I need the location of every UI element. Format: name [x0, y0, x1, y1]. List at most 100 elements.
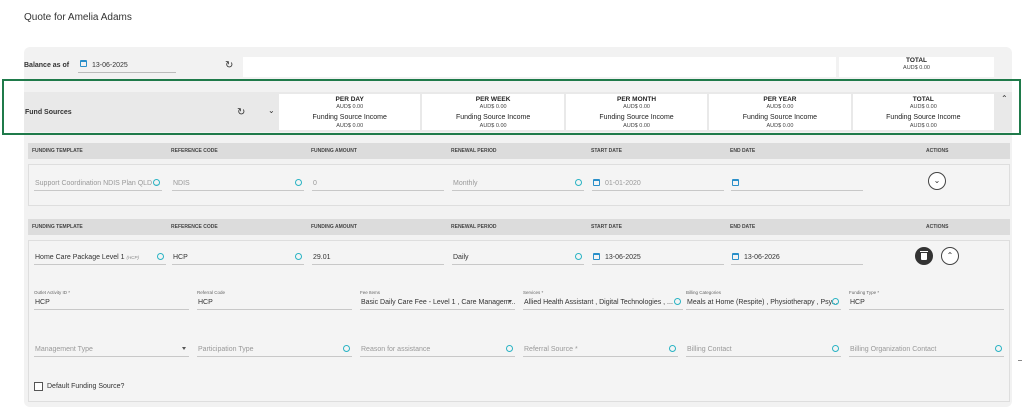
funding-template-value: Home Care Package Level 1 (HCP): [35, 254, 139, 261]
services-field[interactable]: Allied Health Assistant , Digital Techno…: [523, 296, 683, 310]
billing-categories-label: Billing Categories: [686, 290, 722, 295]
start-date-field[interactable]: 13-06-2025: [592, 251, 724, 265]
start-date-value: 01-01-2020: [605, 180, 641, 187]
page-title: Quote for Amelia Adams: [24, 12, 132, 23]
period-label: PER YEAR: [763, 96, 797, 103]
end-date-field[interactable]: [731, 177, 863, 191]
funding-template-tag: (HCP): [126, 255, 139, 260]
col-funding-template: FUNDING TEMPLATE: [32, 148, 83, 154]
participation-type-field[interactable]: Participation Type: [197, 343, 352, 357]
calendar-icon[interactable]: [80, 60, 87, 67]
col-start-date: START DATE: [591, 224, 622, 230]
funding-row: Support Coordination NDIS Plan QLD ... N…: [28, 164, 1010, 206]
reference-code-field[interactable]: NDIS: [172, 177, 304, 191]
services-value: Allied Health Assistant , Digital Techno…: [524, 299, 673, 306]
referral-code-label: Referral Code: [197, 290, 226, 295]
collapse-button[interactable]: ⌃: [941, 247, 959, 265]
income-value: AUD$ 0.00: [479, 123, 507, 129]
income-value: AUD$ 0.00: [336, 123, 364, 129]
col-renewal-period: RENEWAL PERIOD: [451, 224, 497, 230]
funding-template-field[interactable]: Home Care Package Level 1 (HCP): [34, 251, 166, 265]
funding-amount-field[interactable]: 29.01: [312, 251, 444, 265]
period-label: PER WEEK: [475, 96, 511, 103]
default-funding-checkbox[interactable]: [34, 382, 43, 391]
divider: [1018, 360, 1022, 361]
fee-items-value: Basic Daily Care Fee - Level 1 , Care Ma…: [361, 299, 516, 306]
dropdown-circle-icon[interactable]: [832, 345, 839, 352]
management-type-placeholder: Management Type: [35, 346, 93, 353]
calendar-icon[interactable]: [732, 179, 739, 186]
period-label: TOTAL: [912, 96, 934, 103]
dropdown-circle-icon[interactable]: [669, 345, 676, 352]
participation-type-placeholder: Participation Type: [198, 346, 254, 353]
end-date-field[interactable]: 13-06-2026: [731, 251, 863, 265]
funding-type-field[interactable]: HCP: [849, 296, 1004, 310]
billing-categories-field[interactable]: Meals at Home (Respite) , Physiotherapy …: [686, 296, 841, 310]
reason-for-assistance-field[interactable]: Reason for assistance: [360, 343, 515, 357]
col-reference-code: REFERENCE CODE: [171, 148, 218, 154]
col-funding-template: FUNDING TEMPLATE: [32, 224, 83, 230]
chevron-down-icon[interactable]: ⌄: [268, 106, 275, 115]
reference-code-field[interactable]: HCP: [172, 251, 304, 265]
dropdown-circle-icon[interactable]: [153, 179, 160, 186]
billing-organization-contact-field[interactable]: Billing Organization Contact: [849, 343, 1004, 357]
outlet-activity-field[interactable]: HCP: [34, 296, 189, 310]
calendar-icon[interactable]: [593, 253, 600, 260]
fund-cell-per-year: PER YEAR AUD$ 0.00 Funding Source Income…: [709, 94, 851, 130]
referral-code-value: HCP: [198, 299, 213, 306]
fee-items-label: Fee Items: [360, 290, 381, 295]
fund-cell-per-day: PER DAY AUD$ 0.00 Funding Source Income …: [279, 94, 421, 130]
funding-template-name: Home Care Package Level 1: [35, 254, 125, 261]
dropdown-circle-icon[interactable]: [674, 298, 681, 305]
renewal-period-value: Monthly: [453, 180, 478, 187]
referral-code-field[interactable]: HCP: [197, 296, 352, 310]
dropdown-circle-icon[interactable]: [157, 253, 164, 260]
management-type-select[interactable]: Management Type: [34, 343, 189, 357]
dropdown-circle-icon[interactable]: [575, 179, 582, 186]
income-label: Funding Source Income: [312, 114, 387, 121]
renewal-period-field[interactable]: Daily: [452, 251, 584, 265]
billing-contact-field[interactable]: Billing Contact: [686, 343, 841, 357]
refresh-icon[interactable]: ↻: [225, 61, 233, 71]
dropdown-circle-icon[interactable]: [295, 253, 302, 260]
dropdown-arrow-icon[interactable]: [182, 347, 186, 350]
start-date-field[interactable]: 01-01-2020: [592, 177, 724, 191]
calendar-icon[interactable]: [593, 179, 600, 186]
balance-date-field[interactable]: 13-06-2025: [78, 59, 176, 73]
outlet-activity-value: HCP: [35, 299, 50, 306]
funding-amount-field[interactable]: 0: [312, 177, 444, 191]
expand-button[interactable]: ⌄: [928, 172, 946, 190]
balance-total-value: AUD$ 0.00: [903, 65, 930, 71]
dropdown-circle-icon[interactable]: [832, 298, 839, 305]
balance-row: Balance as of 13-06-2025 ↻ TOTAL AUD$ 0.…: [24, 55, 1012, 77]
reference-code-value: HCP: [173, 254, 188, 261]
refresh-icon[interactable]: ↻: [237, 108, 245, 118]
table-header: FUNDING TEMPLATE REFERENCE CODE FUNDING …: [28, 219, 1010, 235]
reason-placeholder: Reason for assistance: [361, 346, 431, 353]
renewal-period-field[interactable]: Monthly: [452, 177, 584, 191]
fund-sources-summary: PER DAY AUD$ 0.00 Funding Source Income …: [279, 94, 995, 130]
dropdown-circle-icon[interactable]: [343, 345, 350, 352]
calendar-icon[interactable]: [732, 253, 739, 260]
balance-total-label: TOTAL: [905, 57, 928, 64]
funding-amount-value: 29.01: [313, 254, 331, 261]
billing-categories-value: Meals at Home (Respite) , Physiotherapy …: [687, 299, 838, 306]
funding-template-field[interactable]: Support Coordination NDIS Plan QLD ...: [34, 177, 162, 191]
col-start-date: START DATE: [591, 148, 622, 154]
col-funding-amount: FUNDING AMOUNT: [311, 148, 357, 154]
funding-row-expanded: Home Care Package Level 1 (HCP) HCP 29.0…: [28, 240, 1010, 402]
referral-source-field[interactable]: Referral Source *: [523, 343, 678, 357]
dropdown-circle-icon[interactable]: [295, 179, 302, 186]
chevron-up-icon[interactable]: ⌃: [1001, 94, 1008, 103]
referral-source-placeholder: Referral Source *: [524, 346, 578, 353]
fee-items-select[interactable]: Basic Daily Care Fee - Level 1 , Care Ma…: [360, 296, 515, 310]
balance-blank-area: [243, 57, 836, 77]
dropdown-circle-icon[interactable]: [506, 345, 513, 352]
default-funding-label: Default Funding Source?: [47, 383, 125, 390]
delete-button[interactable]: [915, 247, 933, 265]
start-date-value: 13-06-2025: [605, 254, 641, 261]
dropdown-arrow-icon[interactable]: [508, 300, 512, 303]
outlet-activity-label: Outlet Activity ID *: [34, 290, 71, 295]
dropdown-circle-icon[interactable]: [995, 345, 1002, 352]
dropdown-circle-icon[interactable]: [575, 253, 582, 260]
